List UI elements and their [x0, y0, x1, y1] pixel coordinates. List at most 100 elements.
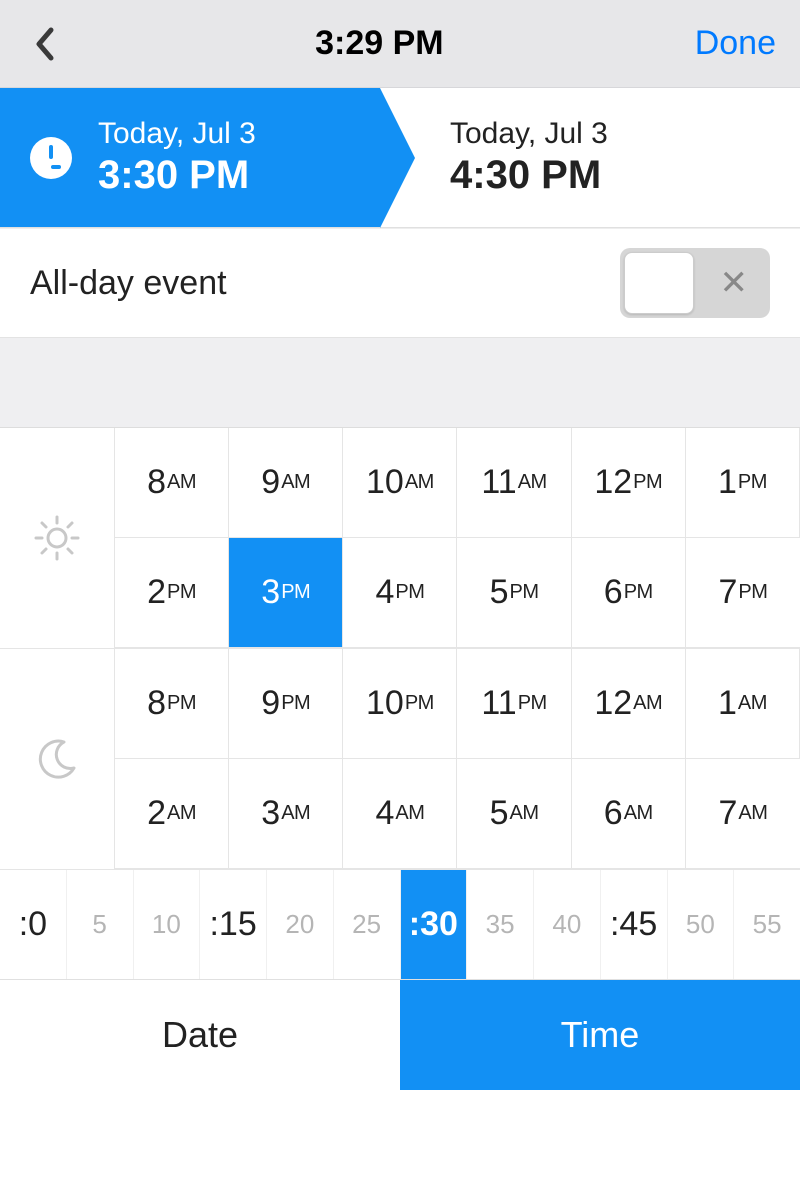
all-day-toggle[interactable]: ✕ [620, 248, 770, 318]
hour-number: 4 [375, 573, 394, 612]
hour-cell[interactable]: 12PM [572, 428, 686, 538]
hour-number: 8 [147, 463, 166, 502]
hour-number: 11 [481, 463, 516, 502]
time-range: Today, Jul 3 3:30 PM Today, Jul 3 4:30 P… [0, 88, 800, 228]
hour-ampm: PM [510, 581, 539, 604]
minute-cell[interactable]: 5 [67, 870, 134, 979]
start-time-label: 3:30 PM [98, 153, 256, 198]
hour-cell[interactable]: 6AM [572, 759, 686, 869]
hour-cell[interactable]: 5PM [457, 538, 571, 648]
back-button[interactable] [24, 24, 64, 64]
minute-cell[interactable]: 10 [134, 870, 201, 979]
minute-cell[interactable]: 25 [334, 870, 401, 979]
hour-cell[interactable]: 2AM [115, 759, 229, 869]
hour-cell[interactable]: 8PM [115, 649, 229, 759]
hour-cell[interactable]: 4PM [343, 538, 457, 648]
tab-date[interactable]: Date [0, 980, 400, 1090]
hour-ampm: PM [395, 581, 424, 604]
hour-number: 8 [147, 684, 166, 723]
hour-cell[interactable]: 9PM [229, 649, 343, 759]
start-time-selector[interactable]: Today, Jul 3 3:30 PM [0, 88, 380, 227]
minutes-row: :0510:152025:303540:455055 [0, 870, 800, 980]
hour-number: 1 [718, 463, 737, 502]
hour-number: 6 [604, 794, 623, 833]
end-date-label: Today, Jul 3 [450, 117, 608, 151]
clock-icon [30, 137, 72, 179]
header-title: 3:29 PM [64, 24, 695, 63]
toggle-knob [624, 252, 694, 314]
minute-cell[interactable]: 35 [467, 870, 534, 979]
hour-cell[interactable]: 2PM [115, 538, 229, 648]
hour-number: 10 [366, 463, 404, 502]
end-time-label: 4:30 PM [450, 153, 608, 198]
hour-number: 2 [147, 573, 166, 612]
hour-ampm: AM [738, 692, 767, 715]
hour-cell[interactable]: 9AM [229, 428, 343, 538]
minute-cell[interactable]: :45 [601, 870, 668, 979]
hour-number: 11 [481, 684, 516, 723]
minute-cell[interactable]: 50 [668, 870, 735, 979]
chevron-left-icon [33, 26, 55, 62]
hour-ampm: AM [633, 692, 662, 715]
day-hours-block: 8AM9AM10AM11AM12PM1PM2PM3PM4PM5PM6PM7PM [0, 428, 800, 649]
sun-icon [0, 428, 115, 648]
day-hours-grid: 8AM9AM10AM11AM12PM1PM2PM3PM4PM5PM6PM7PM [115, 428, 800, 648]
minute-cell[interactable]: 20 [267, 870, 334, 979]
hour-ampm: PM [738, 581, 767, 604]
hour-cell[interactable]: 3PM [229, 538, 343, 648]
hour-cell[interactable]: 10PM [343, 649, 457, 759]
hour-number: 7 [718, 573, 737, 612]
minute-cell[interactable]: :0 [0, 870, 67, 979]
hour-cell[interactable]: 7AM [686, 759, 800, 869]
hour-number: 10 [366, 684, 404, 723]
hour-cell[interactable]: 12AM [572, 649, 686, 759]
done-button[interactable]: Done [695, 24, 776, 63]
hour-ampm: AM [738, 802, 767, 825]
hour-ampm: AM [624, 802, 653, 825]
hour-ampm: AM [510, 802, 539, 825]
hour-ampm: PM [167, 581, 196, 604]
hour-ampm: AM [405, 471, 434, 494]
night-hours-block: 8PM9PM10PM11PM12AM1AM2AM3AM4AM5AM6AM7AM [0, 649, 800, 870]
hour-ampm: PM [518, 692, 547, 715]
hour-ampm: AM [281, 802, 310, 825]
start-date-label: Today, Jul 3 [98, 117, 256, 151]
hour-cell[interactable]: 7PM [686, 538, 800, 648]
all-day-row: All-day event ✕ [0, 228, 800, 338]
hour-number: 3 [261, 573, 280, 612]
hour-number: 9 [261, 463, 280, 502]
night-hours-grid: 8PM9PM10PM11PM12AM1AM2AM3AM4AM5AM6AM7AM [115, 649, 800, 869]
hour-cell[interactable]: 6PM [572, 538, 686, 648]
hour-cell[interactable]: 10AM [343, 428, 457, 538]
hour-number: 6 [604, 573, 623, 612]
minute-cell[interactable]: :15 [200, 870, 267, 979]
hour-ampm: PM [281, 692, 310, 715]
hour-number: 9 [261, 684, 280, 723]
hour-ampm: AM [167, 471, 196, 494]
minute-cell[interactable]: :30 [401, 870, 468, 979]
hour-cell[interactable]: 8AM [115, 428, 229, 538]
hour-ampm: AM [281, 471, 310, 494]
section-divider [0, 338, 800, 428]
hour-number: 4 [375, 794, 394, 833]
hour-number: 12 [594, 463, 632, 502]
nav-header: 3:29 PM Done [0, 0, 800, 88]
hour-ampm: PM [281, 581, 310, 604]
hour-cell[interactable]: 11PM [457, 649, 571, 759]
hour-cell[interactable]: 4AM [343, 759, 457, 869]
hour-ampm: PM [633, 471, 662, 494]
minute-cell[interactable]: 55 [734, 870, 800, 979]
hour-ampm: PM [738, 471, 767, 494]
hour-ampm: PM [405, 692, 434, 715]
hour-cell[interactable]: 1PM [686, 428, 800, 538]
hour-cell[interactable]: 3AM [229, 759, 343, 869]
end-time-selector[interactable]: Today, Jul 3 4:30 PM [380, 88, 800, 227]
hour-number: 1 [718, 684, 737, 723]
tab-time[interactable]: Time [400, 980, 800, 1090]
hour-cell[interactable]: 11AM [457, 428, 571, 538]
hour-cell[interactable]: 5AM [457, 759, 571, 869]
hour-cell[interactable]: 1AM [686, 649, 800, 759]
minute-cell[interactable]: 40 [534, 870, 601, 979]
all-day-label: All-day event [30, 264, 227, 303]
hour-ampm: PM [624, 581, 653, 604]
